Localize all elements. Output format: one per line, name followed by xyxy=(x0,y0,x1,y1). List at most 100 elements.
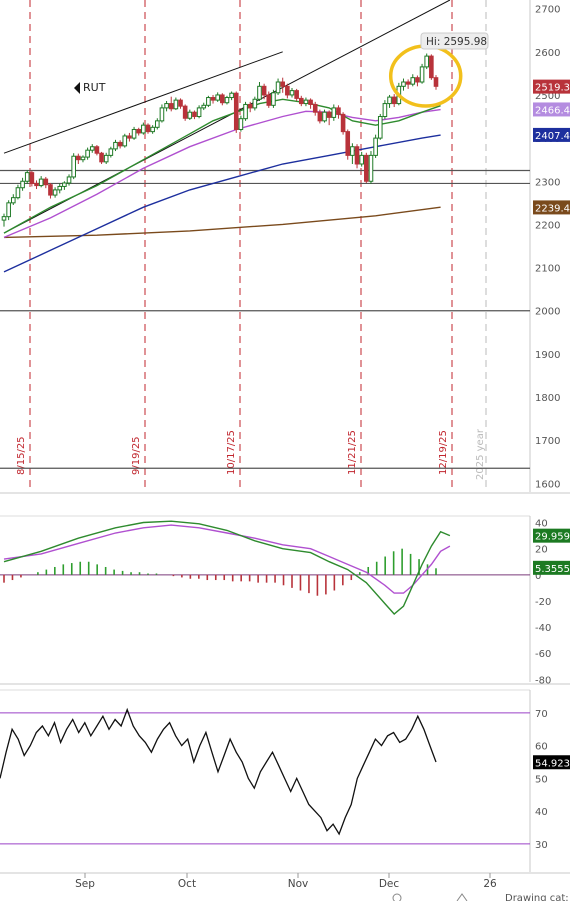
candle-body xyxy=(99,152,104,163)
candle-body xyxy=(266,94,272,106)
candle-body xyxy=(261,85,267,96)
price-tick-label: 1900 xyxy=(535,350,560,361)
year-marker-label: 2025 year xyxy=(475,428,486,480)
candle-body xyxy=(326,111,332,118)
candle-body xyxy=(159,107,165,122)
candle-body xyxy=(289,90,295,96)
candle-body xyxy=(20,180,25,189)
candle-body xyxy=(71,155,76,178)
candle-body xyxy=(317,111,323,122)
candle-body xyxy=(62,182,67,187)
candle-body xyxy=(173,99,179,110)
candle-body xyxy=(10,197,16,204)
candle-body xyxy=(336,107,341,115)
candle-body xyxy=(154,120,160,128)
candle-body xyxy=(196,107,202,118)
candle-body xyxy=(103,154,109,163)
date-marker-label: 8/15/25 xyxy=(16,436,27,475)
candle-body xyxy=(127,135,132,139)
candle-body xyxy=(275,81,281,94)
candle-body xyxy=(415,77,420,83)
candle-body xyxy=(89,146,95,151)
candle-body xyxy=(410,77,416,85)
candle-body xyxy=(178,99,183,107)
candle-body xyxy=(233,92,239,130)
candle-body xyxy=(377,116,383,139)
candle-body xyxy=(192,111,197,118)
candle-body xyxy=(80,156,86,161)
candle-body xyxy=(354,146,360,165)
drawing-category-text: Drawing cat: Defa xyxy=(505,893,570,901)
rsi-tick-label: 50 xyxy=(535,774,548,785)
rsi-tick-label: 40 xyxy=(535,807,548,818)
candle-body xyxy=(164,103,169,109)
candle-body xyxy=(150,126,155,133)
candle-body xyxy=(224,97,230,104)
price-badge-label: 2519.3 xyxy=(535,83,570,94)
candle-body xyxy=(52,189,58,196)
candle-body xyxy=(108,148,114,156)
candle-body xyxy=(382,103,388,118)
candle-body xyxy=(136,128,142,134)
macd-badge-label: 29.959 xyxy=(535,532,570,543)
candle-body xyxy=(401,81,406,87)
candle-body xyxy=(122,135,128,147)
candle-body xyxy=(15,187,21,199)
candle-body xyxy=(29,172,35,184)
candle-body xyxy=(229,92,234,99)
candle-body xyxy=(433,77,439,87)
candle-body xyxy=(210,97,216,101)
candle-body xyxy=(243,103,248,120)
candle-body xyxy=(215,94,220,101)
rsi-tick-label: 70 xyxy=(535,709,548,720)
candle-body xyxy=(350,146,355,156)
candle-body xyxy=(308,99,313,105)
price-badge-label: 2407.4 xyxy=(535,131,570,142)
candle-body xyxy=(201,104,207,109)
rsi-badge-label: 54.923 xyxy=(535,758,570,769)
candle-body xyxy=(280,81,286,87)
candle-body xyxy=(24,172,30,182)
candle-body xyxy=(43,178,49,186)
candle-body xyxy=(34,182,39,187)
rsi-tick-label: 30 xyxy=(535,840,548,851)
x-tick-label: Sep xyxy=(75,878,95,890)
candle-body xyxy=(117,141,123,147)
macd-tick-label: -80 xyxy=(535,675,551,686)
candle-body xyxy=(419,66,425,83)
candle-body xyxy=(298,97,304,105)
candle-body xyxy=(364,154,369,182)
candle-body xyxy=(359,154,364,165)
candle-body xyxy=(220,94,225,104)
candle-body xyxy=(1,216,7,221)
x-tick-label: 26 xyxy=(483,878,497,890)
price-tick-label: 2000 xyxy=(535,307,560,318)
candle-body xyxy=(257,85,262,100)
candle-body xyxy=(38,178,44,187)
chart-canvas[interactable]: 1600170018001900200021002200230024002500… xyxy=(0,0,570,904)
price-badge-label: 2239.4 xyxy=(535,203,570,214)
rsi-tick-label: 60 xyxy=(535,742,548,753)
candle-body xyxy=(113,141,118,150)
macd-tick-label: -60 xyxy=(535,649,551,660)
candle-body xyxy=(345,131,351,156)
price-tick-label: 1800 xyxy=(535,393,560,404)
price-tick-label: 2700 xyxy=(535,5,560,16)
candle-body xyxy=(145,124,151,133)
candle-body xyxy=(331,107,337,118)
candle-body xyxy=(271,92,276,106)
price-tick-label: 2300 xyxy=(535,177,560,188)
macd-tick-label: -20 xyxy=(535,597,551,608)
candle-body xyxy=(206,97,211,106)
stock-chart[interactable]: 1600170018001900200021002200230024002500… xyxy=(0,0,570,904)
price-tick-label: 2200 xyxy=(535,220,560,231)
price-tick-label: 2100 xyxy=(535,264,560,275)
candle-body xyxy=(168,103,174,110)
candle-body xyxy=(294,90,299,99)
candle-body xyxy=(131,128,137,139)
candle-body xyxy=(368,154,374,182)
candle-body xyxy=(57,185,63,191)
candle-body xyxy=(182,105,188,119)
macd-tick-label: 20 xyxy=(535,545,548,556)
price-tick-label: 1600 xyxy=(535,479,560,490)
